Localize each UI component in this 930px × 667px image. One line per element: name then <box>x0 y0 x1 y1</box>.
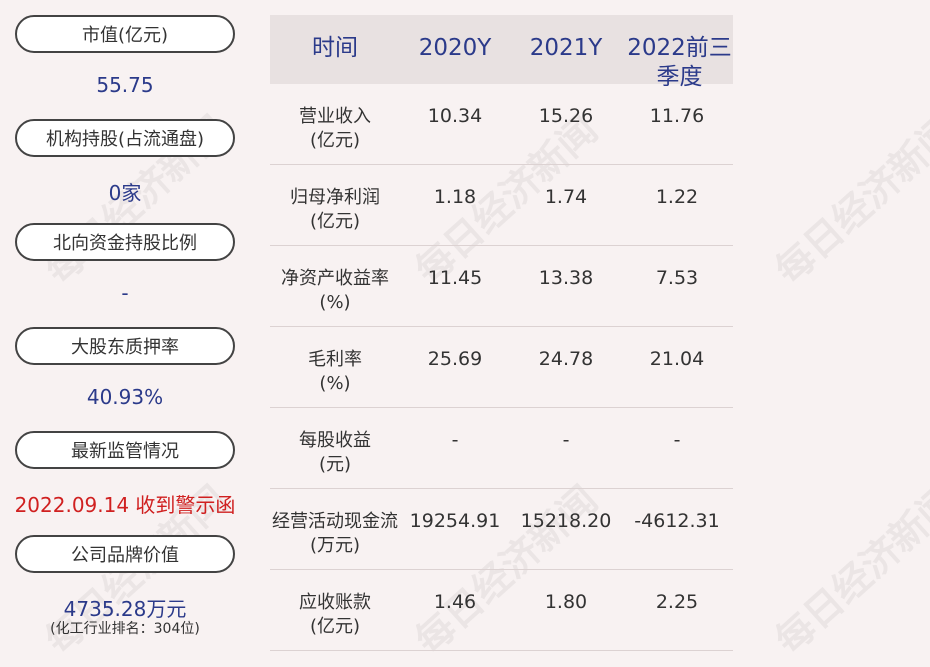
table-cell: 1.80 <box>544 591 588 613</box>
regulatory-status-label: 最新监管情况 <box>15 431 235 469</box>
table-row: 营业收入 (亿元) 10.34 15.26 11.76 <box>270 84 733 165</box>
table-row: 毛利率 (%) 25.69 24.78 21.04 <box>270 327 733 408</box>
table-row: 每股收益 (元) - - - <box>270 408 733 489</box>
table-cell: 1.74 <box>544 186 588 208</box>
table-cell: 10.34 <box>427 105 483 127</box>
table-cell: 1.18 <box>433 186 477 208</box>
row-label: 每股收益 (元) <box>299 430 371 475</box>
market-cap-label: 市值(亿元) <box>15 15 235 53</box>
brand-value-label: 公司品牌价值 <box>15 535 235 573</box>
table-row: 归母净利润 (亿元) 1.18 1.74 1.22 <box>270 165 733 246</box>
pledge-ratio-label: 大股东质押率 <box>15 327 235 365</box>
table-cell: 1.22 <box>655 186 699 208</box>
table-cell: 13.38 <box>538 267 594 289</box>
table-cell: 24.78 <box>538 348 594 370</box>
table-cell: - <box>562 429 570 451</box>
header-2021: 2021Y <box>529 35 603 61</box>
table-cell: 11.76 <box>649 105 705 127</box>
watermark-6: 每日经济新闻 <box>766 477 930 663</box>
row-label: 营业收入 (亿元) <box>299 106 371 151</box>
table-cell: 1.46 <box>433 591 477 613</box>
northbound-ratio-value: - <box>121 281 129 305</box>
table-cell: 21.04 <box>649 348 705 370</box>
institution-holding-label: 机构持股(占流通盘) <box>15 119 235 157</box>
table-cell: - <box>673 429 681 451</box>
row-label: 经营活动现金流 (万元) <box>272 511 398 556</box>
table-cell: 19254.91 <box>409 510 501 532</box>
table-cell: 25.69 <box>427 348 483 370</box>
table-cell: -4612.31 <box>634 510 720 532</box>
header-time: 时间 <box>312 35 358 61</box>
table-cell: 15218.20 <box>520 510 612 532</box>
table-cell: 11.45 <box>427 267 483 289</box>
table-row: 应收账款 (亿元) 1.46 1.80 2.25 <box>270 570 733 651</box>
table-cell: 2.25 <box>655 591 699 613</box>
table-row: 净资产收益率 (%) 11.45 13.38 7.53 <box>270 246 733 327</box>
row-label: 毛利率 (%) <box>308 349 362 394</box>
pledge-ratio-value: 40.93% <box>86 385 164 409</box>
row-label: 净资产收益率 (%) <box>281 268 389 313</box>
financial-table: 时间 2020Y 2021Y 2022前三季度 营业收入 (亿元) 10.34 1… <box>270 15 733 651</box>
brand-rank-note: (化工行业排名：304位) <box>50 621 200 637</box>
table-header: 时间 2020Y 2021Y 2022前三季度 <box>270 15 733 90</box>
table-cell: 7.53 <box>655 267 699 289</box>
row-label: 归母净利润 (亿元) <box>290 187 380 232</box>
row-label: 应收账款 (亿元) <box>299 592 371 637</box>
header-2020: 2020Y <box>418 35 492 61</box>
table-cell: - <box>451 429 459 451</box>
northbound-ratio-label: 北向资金持股比例 <box>15 223 235 261</box>
regulatory-status-value: 2022.09.14 收到警示函 <box>14 493 236 517</box>
watermark-3: 每日经济新闻 <box>766 107 930 293</box>
institution-holding-value: 0家 <box>108 181 142 205</box>
table-row: 经营活动现金流 (万元) 19254.91 15218.20 -4612.31 <box>270 489 733 570</box>
table-cell: 15.26 <box>538 105 594 127</box>
market-cap-value: 55.75 <box>96 73 154 97</box>
